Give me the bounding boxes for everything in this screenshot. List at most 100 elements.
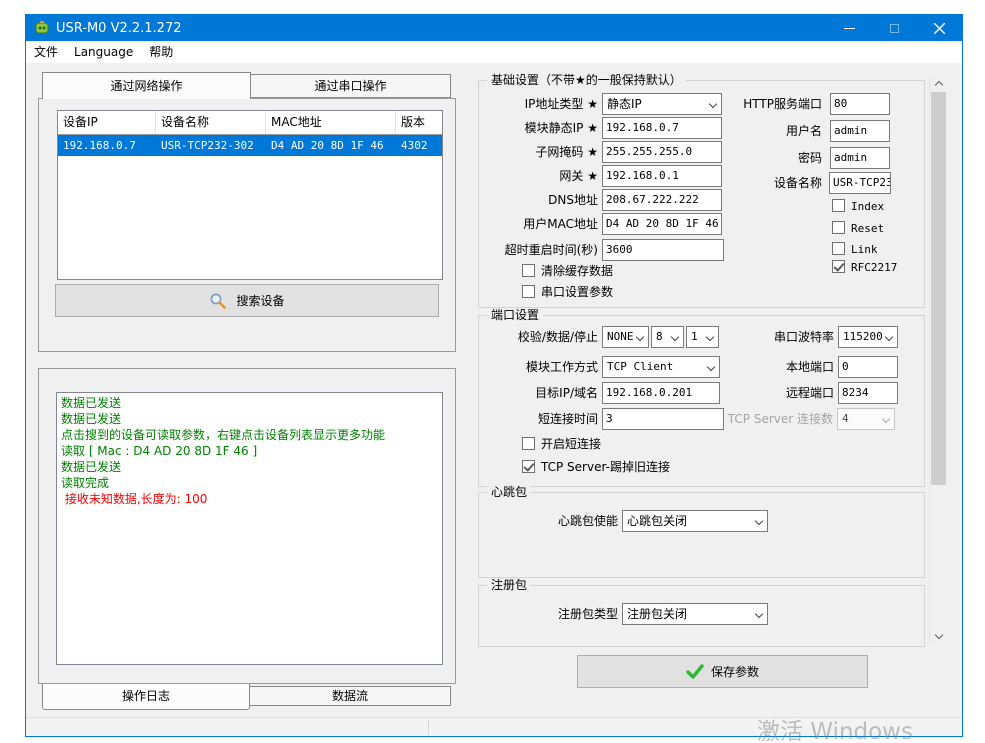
workmode-value: TCP Client — [607, 360, 673, 373]
log-line: 数据已发送 — [61, 459, 438, 475]
chevron-down-icon — [934, 631, 942, 639]
chevron-down-icon — [636, 333, 644, 341]
remote-port-field[interactable]: 8234 — [838, 382, 898, 404]
chevron-down-icon — [755, 517, 763, 525]
tab-serial-ops[interactable]: 通过串口操作 — [250, 74, 451, 98]
username-field[interactable]: admin — [830, 120, 890, 142]
heartbeat-enable-select[interactable]: 心跳包关闭 — [622, 510, 768, 532]
menu-bar: 文件 Language 帮助 — [26, 41, 962, 63]
register-title: 注册包 — [487, 578, 531, 593]
log-line: 读取 [ Mac : D4 AD 20 8D 1F 46 ] — [61, 443, 438, 459]
device-name-label: 设备名称 — [672, 172, 822, 194]
tab-network-ops-label: 通过网络操作 — [110, 79, 182, 93]
index-label: Index — [851, 200, 884, 214]
device-table-header: 设备IP 设备名称 MAC地址 版本 — [58, 111, 442, 135]
parity-value: NONE — [607, 330, 634, 343]
dest-ip-label: 目标IP/域名 — [402, 382, 598, 404]
tab-data-stream[interactable]: 数据流 — [249, 686, 451, 706]
col-device-ip[interactable]: 设备IP — [58, 111, 156, 134]
local-port-field[interactable]: 0 — [838, 356, 898, 378]
link-label: Link — [851, 243, 878, 257]
rfc2217-label: RFC2217 — [851, 261, 897, 275]
minimize-button[interactable] — [827, 15, 872, 41]
tcp-conn-count-label: TCP Server 连接数 — [703, 408, 833, 430]
register-type-select[interactable]: 注册包关闭 — [622, 603, 768, 625]
operation-log[interactable]: 数据已发送 数据已发送 点击搜到的设备可读取参数，右键点击设备列表显示更多功能 … — [56, 392, 443, 665]
scroll-down-button[interactable] — [930, 628, 947, 645]
table-row[interactable]: 192.168.0.7 USR-TCP232-302 D4 AD 20 8D 1… — [58, 135, 442, 156]
scrollbar-thumb[interactable] — [931, 92, 946, 485]
kick-old-conn-checkbox[interactable] — [522, 460, 535, 473]
close-icon — [934, 23, 945, 34]
app-window: USR-M0 V2.2.1.272 文件 Language 帮助 通过网络操作 — [25, 14, 963, 737]
remote-port-label: 远程端口 — [714, 382, 834, 404]
user-mac-field[interactable]: D4 AD 20 8D 1F 46 — [602, 213, 722, 235]
databits-select[interactable]: 8 — [651, 326, 684, 348]
workmode-select[interactable]: TCP Client — [602, 356, 720, 378]
windows-activation-watermark: 激活 Windows — [757, 712, 913, 743]
app-icon — [34, 20, 50, 36]
kick-old-conn-label: TCP Server-踢掉旧连接 — [541, 460, 670, 474]
rfc2217-checkbox[interactable] — [832, 260, 845, 273]
chevron-down-icon — [671, 333, 679, 341]
search-icon — [209, 292, 227, 310]
timeout-field[interactable]: 3600 — [602, 239, 724, 261]
http-port-label: HTTP服务端口 — [672, 93, 822, 115]
tab-network-ops[interactable]: 通过网络操作 — [42, 72, 251, 99]
minimize-icon — [844, 28, 855, 29]
close-button[interactable] — [917, 15, 962, 41]
clear-cache-checkbox[interactable] — [522, 264, 535, 277]
device-name-field[interactable]: USR-TCP23 — [829, 172, 891, 194]
tab-serial-ops-label: 通过串口操作 — [314, 79, 386, 93]
index-checkbox[interactable] — [832, 199, 845, 212]
tcp-conn-count-value: 4 — [842, 412, 849, 425]
log-line-error: 接收未知数据,长度为: 100 — [61, 491, 438, 507]
save-params-button[interactable]: 保存参数 — [577, 655, 868, 688]
search-device-label: 搜索设备 — [236, 292, 284, 309]
settings-scrollbar[interactable] — [929, 75, 946, 645]
chevron-down-icon — [885, 333, 893, 341]
serial-param-checkbox[interactable] — [522, 285, 535, 298]
parity-select[interactable]: NONE — [602, 326, 649, 348]
save-params-label: 保存参数 — [711, 663, 759, 680]
menu-language[interactable]: Language — [66, 41, 141, 63]
password-field[interactable]: admin — [830, 147, 890, 169]
menu-help[interactable]: 帮助 — [141, 41, 181, 63]
http-port-field[interactable]: 80 — [830, 93, 890, 115]
tcp-conn-count-select: 4 — [837, 408, 895, 430]
baud-select[interactable]: 115200 — [838, 326, 898, 348]
title-bar: USR-M0 V2.2.1.272 — [26, 15, 962, 41]
short-conn-label: 开启短连接 — [541, 437, 601, 451]
baud-value: 115200 — [843, 330, 883, 343]
menu-file[interactable]: 文件 — [26, 41, 66, 63]
chevron-down-icon — [755, 610, 763, 618]
maximize-button[interactable] — [872, 15, 917, 41]
timeout-label: 超时重启时间(秒) — [402, 239, 598, 261]
dest-ip-field[interactable]: 192.168.0.201 — [602, 382, 720, 404]
tab-data-stream-label: 数据流 — [332, 689, 368, 703]
log-line: 数据已发送 — [61, 395, 438, 411]
serial-param-label: 串口设置参数 — [541, 285, 613, 299]
search-device-button[interactable]: 搜索设备 — [55, 284, 439, 317]
screen: USR-M0 V2.2.1.272 文件 Language 帮助 通过网络操作 — [0, 0, 985, 743]
device-table: 设备IP 设备名称 MAC地址 版本 192.168.0.7 USR-TCP23… — [57, 110, 443, 280]
cell-device-name: USR-TCP232-302 — [156, 135, 266, 156]
stopbits-value: 1 — [691, 330, 698, 343]
heartbeat-title: 心跳包 — [487, 485, 531, 500]
chevron-down-icon — [706, 333, 714, 341]
cell-device-ip: 192.168.0.7 — [58, 135, 156, 156]
link-checkbox[interactable] — [832, 242, 845, 255]
col-mac[interactable]: MAC地址 — [266, 111, 396, 134]
password-label: 密码 — [672, 147, 822, 169]
tab-operation-log[interactable]: 操作日志 — [42, 684, 250, 710]
heartbeat-enable-value: 心跳包关闭 — [627, 514, 687, 528]
window-controls — [827, 15, 962, 41]
reset-checkbox[interactable] — [832, 221, 845, 234]
tab-operation-log-label: 操作日志 — [122, 689, 170, 703]
heartbeat-group: 心跳包 — [478, 492, 925, 578]
scroll-up-button[interactable] — [930, 75, 947, 92]
col-device-name[interactable]: 设备名称 — [156, 111, 266, 134]
chevron-up-icon — [934, 81, 942, 89]
gateway-label: 网关 ★ — [402, 165, 598, 187]
short-conn-checkbox[interactable] — [522, 437, 535, 450]
